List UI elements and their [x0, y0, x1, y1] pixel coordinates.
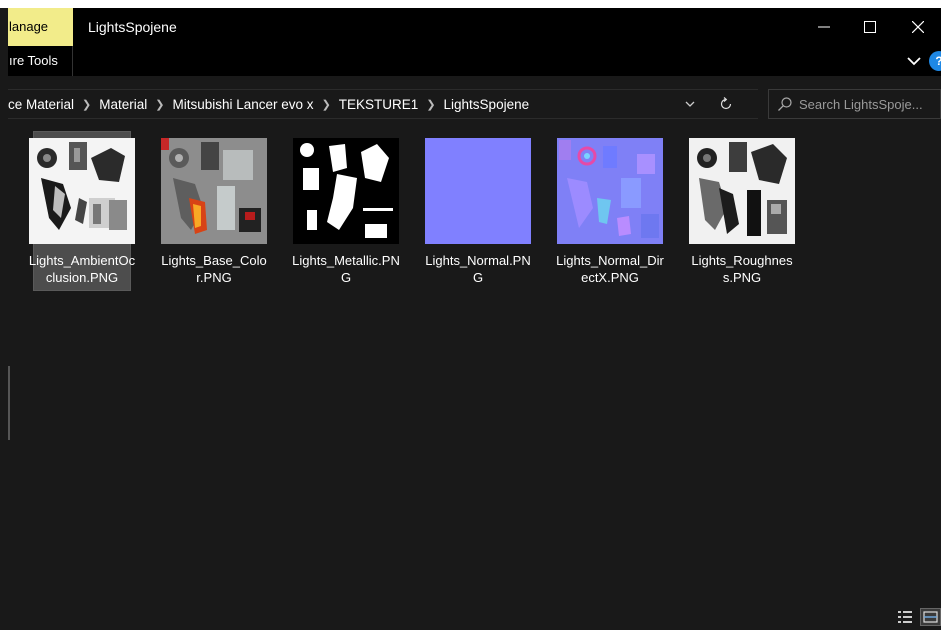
search-box[interactable]: [768, 89, 941, 119]
window-title: LightsSpojene: [88, 19, 177, 35]
file-name: Lights_AmbientOcclusion.PNG: [28, 253, 136, 285]
file-name: Lights_Metallic.PNG: [292, 253, 400, 285]
details-view-button[interactable]: [898, 610, 912, 624]
breadcrumb-item[interactable]: Material: [99, 97, 147, 112]
image-thumbnail-icon: [29, 138, 135, 244]
chevron-right-icon[interactable]: ❯: [82, 98, 91, 111]
file-explorer-window: lanage LightsSpojene ıre Tools ? ce Mate…: [8, 8, 941, 630]
file-item-normal[interactable]: Lights_Normal.PNG: [425, 131, 531, 291]
image-thumbnail-icon: [689, 138, 795, 244]
ribbon-tab-row: ıre Tools ?: [8, 46, 941, 76]
title-bar: lanage LightsSpojene: [8, 8, 941, 46]
file-name: Lights_Normal_DirectX.PNG: [556, 253, 664, 285]
chevron-down-icon: [685, 101, 695, 107]
minimize-icon: [818, 26, 830, 28]
ribbon-expand-button[interactable]: [905, 52, 923, 70]
status-bar: [8, 606, 941, 630]
breadcrumb-item[interactable]: Mitsubishi Lancer evo x: [172, 97, 313, 112]
image-thumbnail-icon: [425, 138, 531, 244]
file-name: Lights_Roughness.PNG: [691, 253, 793, 285]
file-item-normal-directx[interactable]: Lights_Normal_DirectX.PNG: [556, 131, 664, 291]
navigation-pane-edge[interactable]: [8, 366, 10, 440]
breadcrumb[interactable]: ce Material ❯ Material ❯ Mitsubishi Lanc…: [8, 89, 758, 119]
refresh-button[interactable]: [714, 92, 738, 116]
breadcrumb-item-current[interactable]: LightsSpojene: [444, 97, 530, 112]
maximize-button[interactable]: [847, 8, 893, 46]
breadcrumb-item[interactable]: TEKSTURE1: [339, 97, 419, 112]
large-icons-view-icon: [923, 611, 938, 623]
file-name: Lights_Base_Color.PNG: [161, 253, 267, 285]
screen-top-edge: [0, 0, 941, 8]
file-item-ambient-occlusion[interactable]: Lights_AmbientOcclusion.PNG: [29, 131, 135, 291]
file-thumbnail: [689, 138, 795, 244]
address-row: ce Material ❯ Material ❯ Mitsubishi Lanc…: [8, 76, 941, 132]
address-history-dropdown[interactable]: [680, 94, 700, 114]
tab-manage[interactable]: lanage: [8, 8, 73, 46]
file-thumbnail: [557, 138, 663, 244]
refresh-icon: [720, 97, 732, 110]
chevron-down-icon: [907, 57, 921, 66]
file-item-metallic[interactable]: Lights_Metallic.PNG: [292, 131, 400, 291]
close-button[interactable]: [895, 8, 941, 46]
file-item-roughness[interactable]: Lights_Roughness.PNG: [689, 131, 795, 291]
file-thumbnail: [29, 138, 135, 244]
chevron-right-icon[interactable]: ❯: [155, 98, 164, 111]
close-icon: [912, 21, 924, 33]
image-thumbnail-icon: [293, 138, 399, 244]
help-button[interactable]: ?: [929, 51, 941, 71]
tab-picture-tools[interactable]: ıre Tools: [8, 46, 73, 76]
file-name: Lights_Normal.PNG: [425, 253, 531, 285]
minimize-button[interactable]: [801, 8, 847, 46]
details-view-icon: [898, 611, 912, 623]
large-icons-view-button[interactable]: [920, 608, 941, 626]
chevron-right-icon[interactable]: ❯: [426, 98, 435, 111]
chevron-right-icon[interactable]: ❯: [322, 98, 331, 111]
file-thumbnail: [293, 138, 399, 244]
maximize-icon: [864, 21, 876, 33]
image-thumbnail-icon: [161, 138, 267, 244]
search-icon: [778, 97, 792, 111]
search-input[interactable]: [799, 90, 941, 118]
file-item-base-color[interactable]: Lights_Base_Color.PNG: [161, 131, 267, 291]
image-thumbnail-icon: [557, 138, 663, 244]
file-thumbnail: [161, 138, 267, 244]
breadcrumb-item[interactable]: ce Material: [8, 97, 74, 112]
file-thumbnail: [425, 138, 531, 244]
